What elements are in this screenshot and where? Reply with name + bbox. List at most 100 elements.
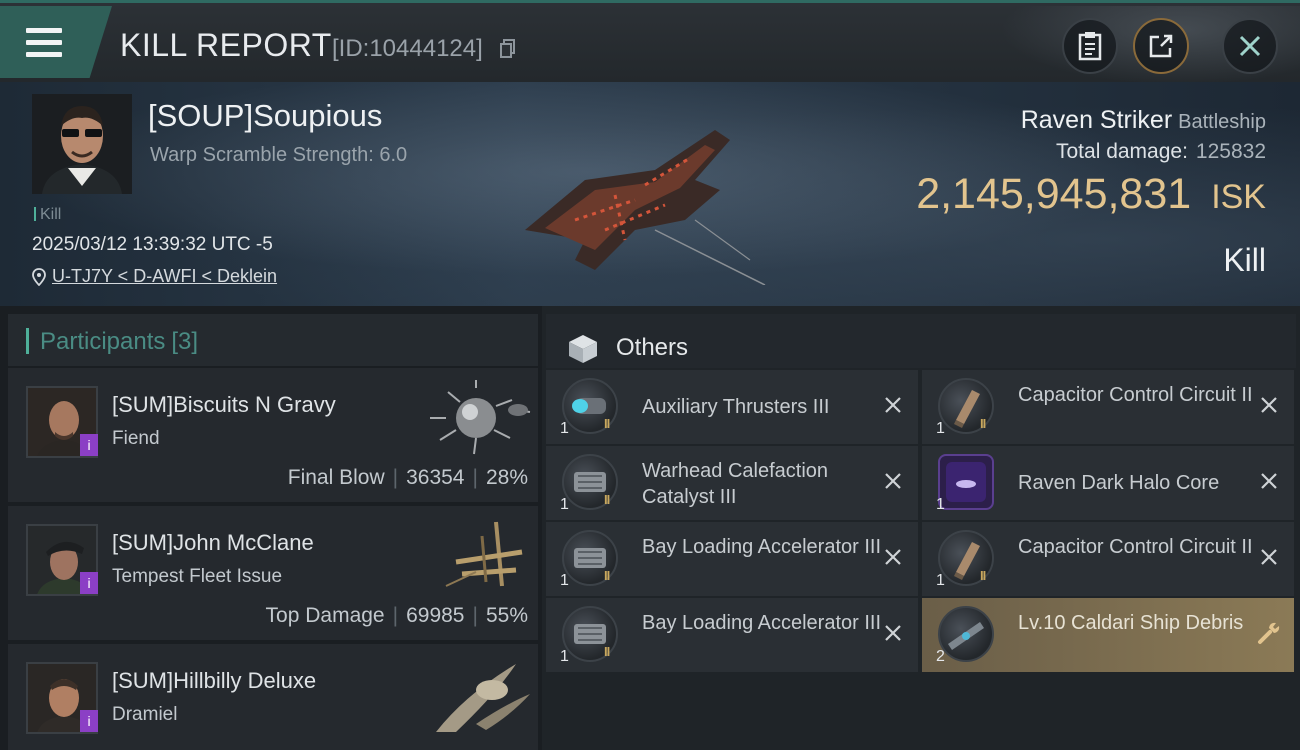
- close-icon: [1239, 35, 1261, 57]
- item-name: Bay Loading Accelerator III: [642, 612, 882, 634]
- item-thumbnail: [938, 606, 994, 662]
- ship-class: Battleship: [1178, 111, 1266, 133]
- item-name: Auxiliary Thrusters III: [642, 396, 830, 418]
- clipboard-icon: [1078, 32, 1102, 61]
- participant-ship-icon: [436, 664, 530, 732]
- victim-name[interactable]: [SOUP]Soupious: [148, 98, 382, 134]
- clipboard-button[interactable]: [1062, 18, 1118, 74]
- destroyed-icon: [885, 625, 901, 641]
- destroyed-icon: [885, 397, 901, 413]
- item-name: Bay Loading Accelerator III: [642, 536, 882, 558]
- participant-row[interactable]: i [SUM]John McClane Tempest Fleet Issue …: [8, 506, 538, 640]
- pilot-portrait-icon: [32, 94, 132, 194]
- hamburger-icon: [26, 28, 62, 58]
- copy-icon[interactable]: [500, 39, 516, 59]
- participant-row[interactable]: i [SUM]Biscuits N Gravy Fiend Final Blow…: [8, 368, 538, 502]
- victim-portrait[interactable]: [32, 94, 132, 194]
- item-meta-level: II: [604, 644, 610, 659]
- participant-damage: 36354: [406, 466, 465, 489]
- destroyed-icon: [1261, 473, 1277, 489]
- rank-badge-icon: i: [80, 434, 98, 456]
- item-name: Capacitor Control Circuit II: [1018, 384, 1253, 406]
- kill-tag: Kill: [34, 206, 61, 224]
- participant-name: [SUM]John McClane: [112, 530, 314, 555]
- participant-name: [SUM]Hillbilly Deluxe: [112, 668, 317, 693]
- others-label: Others: [616, 334, 689, 361]
- header-bar: KILL REPORT [ID:10444124]: [0, 0, 1300, 85]
- item-quantity: 1: [560, 420, 569, 437]
- item-row[interactable]: 1 Raven Dark Halo Core: [922, 446, 1294, 520]
- participant-percent: 55%: [485, 604, 528, 627]
- ship-type-name: Raven Striker: [1020, 106, 1173, 134]
- participant-ship-icon: [430, 380, 531, 455]
- warp-scramble-strength: Warp Scramble Strength: 6.0: [150, 144, 408, 166]
- participant-name: [SUM]Biscuits N Gravy: [112, 392, 336, 417]
- item-meta-level: II: [604, 416, 610, 431]
- participant-damage: 69985: [406, 604, 465, 627]
- item-quantity: 1: [936, 496, 945, 513]
- item-thumbnail: [938, 454, 994, 510]
- participants-panel: Participants [3] i [SUM]Biscuits N Gravy …: [0, 306, 542, 750]
- item-row[interactable]: 1 II Bay Loading Accelerator III: [546, 598, 918, 672]
- share-icon: [1149, 34, 1173, 58]
- participant-ship: Dramiel: [112, 704, 178, 725]
- result-label: Kill: [1223, 242, 1266, 278]
- item-name: Warhead Calefaction Catalyst III: [642, 460, 829, 508]
- page-title: KILL REPORT: [120, 27, 332, 63]
- isk-unit: ISK: [1211, 178, 1266, 216]
- rank-badge-icon: i: [80, 710, 98, 732]
- ship-name[interactable]: Raven Striker Battleship: [1021, 106, 1266, 135]
- item-quantity: 1: [560, 572, 569, 589]
- menu-button[interactable]: [0, 6, 112, 78]
- halo-core-icon: [946, 462, 986, 502]
- item-quantity: 1: [560, 496, 569, 513]
- item-meta-level: II: [604, 492, 610, 507]
- kill-datetime: 2025/03/12 13:39:32 UTC -5: [32, 234, 273, 255]
- others-panel: Others 1 II Auxiliary Thrusters III 1 II…: [542, 306, 1300, 750]
- destroyed-icon: [885, 549, 901, 565]
- others-header: Others: [546, 314, 1296, 368]
- wrench-icon[interactable]: [1256, 620, 1282, 646]
- participant-ship: Tempest Fleet Issue: [112, 566, 283, 587]
- item-row[interactable]: 1 II Capacitor Control Circuit II: [922, 522, 1294, 596]
- cube-icon: [569, 335, 597, 363]
- participant-stats: Top Damage | 69985 | 55%: [265, 604, 528, 627]
- participants-count: [3]: [171, 328, 199, 355]
- destroyed-icon: [1261, 397, 1277, 413]
- kill-summary-banner: [SOUP]Soupious Warp Scramble Strength: 6…: [0, 82, 1300, 306]
- item-name: Lv.10 Caldari Ship Debris: [1018, 612, 1244, 634]
- participant-ship-icon: [445, 521, 523, 587]
- item-thumbnail: [938, 530, 994, 586]
- item-row[interactable]: 1 II Bay Loading Accelerator III: [546, 522, 918, 596]
- participant-percent: 28%: [485, 466, 528, 489]
- item-row-highlighted[interactable]: 2 Lv.10 Caldari Ship Debris: [922, 598, 1294, 672]
- item-row[interactable]: 1 II Capacitor Control Circuit II: [922, 370, 1294, 444]
- total-damage-label: Total damage:: [1056, 140, 1188, 163]
- item-quantity: 1: [936, 572, 945, 589]
- share-button[interactable]: [1133, 18, 1189, 74]
- item-quantity: 1: [936, 420, 945, 437]
- item-thumbnail: [562, 606, 618, 662]
- participant-ship: Fiend: [112, 428, 160, 449]
- item-row[interactable]: 1 II Auxiliary Thrusters III: [546, 370, 918, 444]
- item-name: Raven Dark Halo Core: [1018, 472, 1220, 494]
- item-quantity: 1: [560, 648, 569, 665]
- item-meta-level: II: [604, 568, 610, 583]
- participant-stats: Final Blow | 36354 | 28%: [287, 466, 528, 489]
- participant-role: Top Damage: [265, 604, 385, 627]
- participant-row[interactable]: i [SUM]Hillbilly Deluxe Dramiel: [8, 644, 538, 750]
- location-link[interactable]: U-TJ7Y < D-AWFI < Deklein: [52, 266, 277, 287]
- ship-debris-icon: [948, 622, 984, 650]
- victim-ship-image: [525, 130, 766, 285]
- participants-label: Participants: [40, 328, 166, 355]
- total-damage: Total damage: 125832: [1056, 140, 1266, 164]
- close-button[interactable]: [1222, 18, 1278, 74]
- item-name: Capacitor Control Circuit II: [1018, 536, 1253, 558]
- item-row[interactable]: 1 II Warhead Calefaction Catalyst III: [546, 446, 918, 520]
- item-meta-level: II: [980, 416, 986, 431]
- isk-value: 2,145,945,831 ISK: [916, 170, 1266, 219]
- isk-amount: 2,145,945,831: [916, 170, 1192, 218]
- item-meta-level: II: [980, 568, 986, 583]
- rank-badge-icon: i: [80, 572, 98, 594]
- kill-location[interactable]: U-TJ7Y < D-AWFI < Deklein: [32, 266, 277, 287]
